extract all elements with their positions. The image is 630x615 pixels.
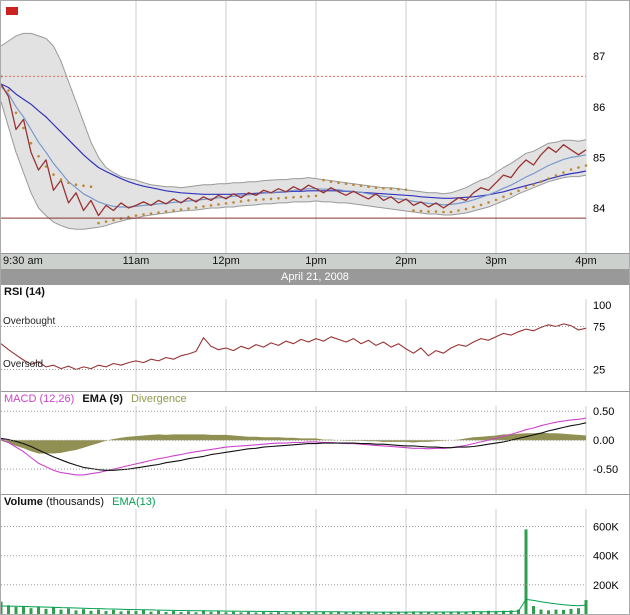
svg-text:86: 86 — [593, 102, 605, 114]
svg-text:85: 85 — [593, 152, 605, 164]
brand-mark-icon — [6, 7, 18, 15]
price-chart-canvas: 87 86 85 84 — [1, 1, 630, 253]
volume-title: Volume — [4, 496, 43, 508]
time-label-930: 9:30 am — [3, 255, 43, 267]
volume-chart-canvas: 600K 400K 200K — [1, 509, 630, 614]
date-bar: April 21, 2008 — [1, 269, 629, 285]
time-label-4pm: 4pm — [575, 255, 596, 267]
svg-text:600K: 600K — [593, 522, 619, 534]
svg-text:75: 75 — [593, 322, 605, 334]
volume-units-label: (thousands) — [43, 496, 104, 508]
time-label-3pm: 3pm — [485, 255, 506, 267]
svg-text:Overbought: Overbought — [3, 316, 55, 327]
macd-ema-label: EMA (9) — [82, 393, 123, 405]
volume-legend: Volume (thousands) EMA(13) — [1, 495, 629, 509]
svg-text:-0.50: -0.50 — [593, 464, 618, 476]
svg-text:Oversold: Oversold — [3, 359, 43, 370]
macd-legend: MACD (12,26) EMA (9) Divergence — [1, 392, 629, 406]
macd-chart-canvas: 0.50 0.00 -0.50 — [1, 406, 630, 495]
svg-text:200K: 200K — [593, 580, 619, 592]
svg-text:400K: 400K — [593, 551, 619, 563]
macd-divergence-label: Divergence — [131, 393, 187, 405]
svg-text:25: 25 — [593, 365, 605, 377]
time-label-12pm: 12pm — [212, 255, 240, 267]
time-label-2pm: 2pm — [395, 255, 416, 267]
svg-text:0.50: 0.50 — [593, 406, 614, 418]
svg-text:100: 100 — [593, 300, 611, 312]
rsi-chart-canvas: 100 75 25 Overbought Oversold — [1, 299, 630, 392]
time-axis: 9:30 am 11am 12pm 1pm 2pm 3pm 4pm — [1, 253, 629, 269]
volume-ema-label: EMA(13) — [112, 496, 155, 508]
macd-title: MACD (12,26) — [4, 393, 74, 405]
svg-text:0.00: 0.00 — [593, 435, 614, 447]
svg-text:84: 84 — [593, 203, 605, 215]
price-panel: 87 86 85 84 — [1, 1, 629, 253]
rsi-title: RSI (14) — [4, 286, 45, 298]
time-label-1pm: 1pm — [305, 255, 326, 267]
svg-text:87: 87 — [593, 51, 605, 63]
rsi-legend: RSI (14) — [1, 285, 629, 299]
time-label-11am: 11am — [123, 255, 150, 267]
stock-chart: 87 86 85 84 9:30 am 11am 12pm 1pm 2pm 3pm 4… — [0, 0, 630, 615]
